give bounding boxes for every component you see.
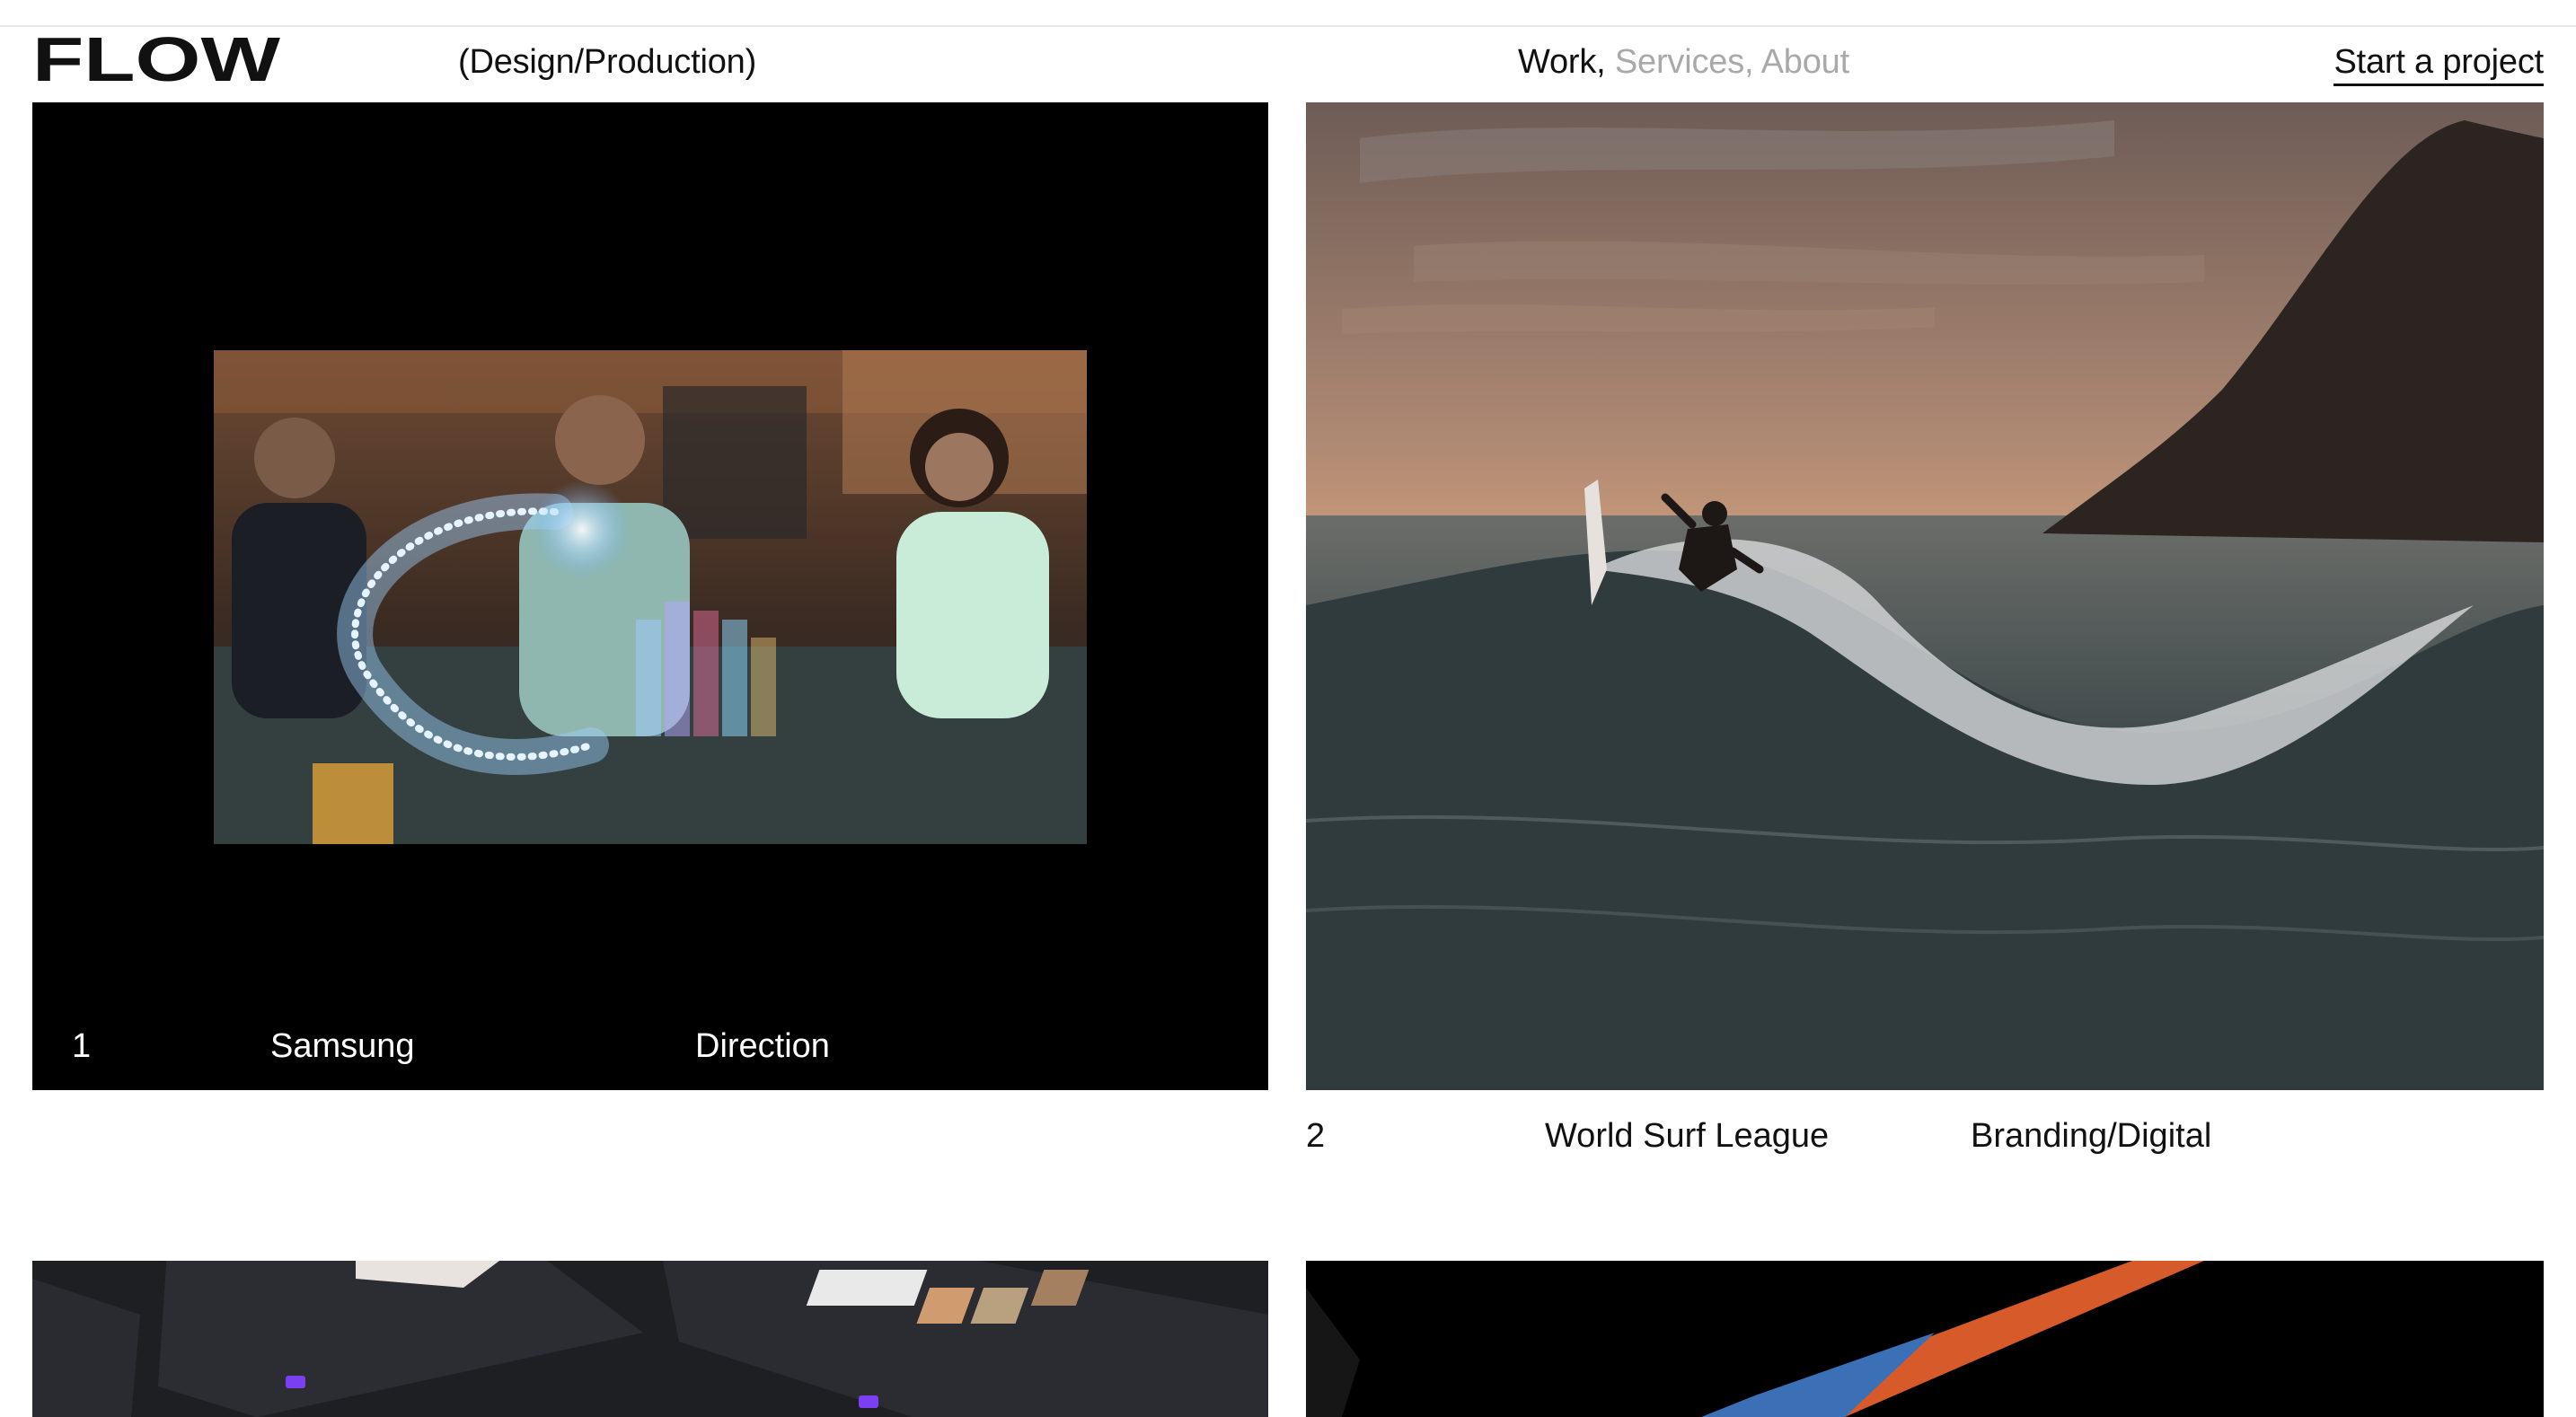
project-discipline: Direction: [695, 1027, 830, 1065]
project-card-samsung[interactable]: 1 Samsung Direction: [32, 102, 1268, 1090]
project-client: World Surf League: [1545, 1117, 1830, 1155]
top-border: [0, 0, 2576, 27]
nav-work[interactable]: Work,: [1518, 43, 1606, 81]
nav-services[interactable]: Services,: [1615, 43, 1754, 81]
project-thumbnail-samsung: [214, 350, 1087, 844]
project-card-4[interactable]: [1306, 1261, 2544, 1417]
project-number: 1: [72, 1027, 92, 1065]
project-card-world-surf-league[interactable]: [1306, 102, 2544, 1090]
project-client: Samsung: [270, 1027, 415, 1065]
project-thumbnail-surf: [1306, 102, 2544, 1090]
project-discipline: Branding/Digital: [1971, 1117, 2212, 1155]
main-nav: Work, Services, About: [1518, 43, 1849, 82]
project-thumbnail-4: [1306, 1261, 2544, 1417]
tagline: (Design/Production): [458, 43, 757, 81]
logo-wordmark: FLOW: [32, 24, 280, 94]
svg-text:FLOW: FLOW: [32, 34, 280, 86]
nav-about[interactable]: About: [1761, 43, 1850, 81]
logo[interactable]: FLOW: [32, 24, 280, 94]
start-project-link[interactable]: Start a project: [2333, 43, 2544, 86]
project-number: 2: [1306, 1117, 1326, 1155]
project-meta-samsung: 1 Samsung Direction: [32, 1017, 1268, 1070]
project-thumbnail-ui-mockups: [32, 1261, 1268, 1417]
project-card-3[interactable]: [32, 1261, 1268, 1417]
